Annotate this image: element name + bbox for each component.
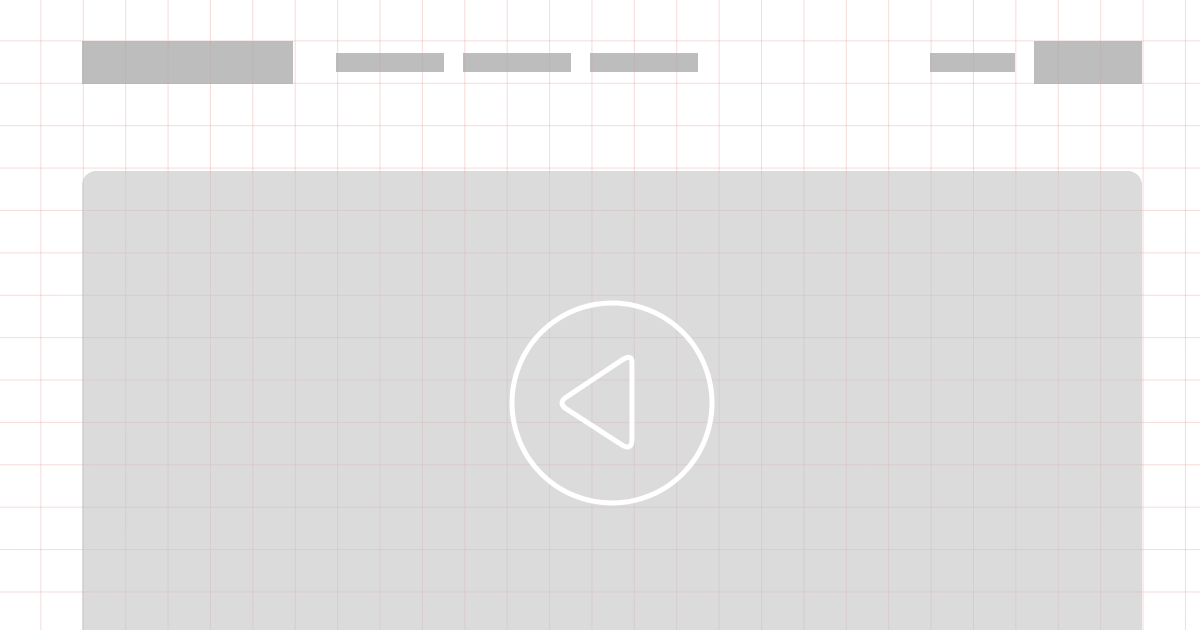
play-icon-triangle [559, 354, 635, 450]
secondary-link-placeholder[interactable] [930, 53, 1015, 72]
cta-button-placeholder[interactable] [1034, 41, 1142, 84]
logo-placeholder[interactable] [82, 41, 293, 84]
nav-item-1[interactable] [336, 53, 444, 72]
wireframe-page [0, 0, 1200, 630]
video-placeholder[interactable] [82, 171, 1142, 630]
nav-item-3[interactable] [590, 53, 698, 72]
play-icon[interactable] [508, 299, 716, 507]
nav-item-2[interactable] [463, 53, 571, 72]
play-icon-circle [509, 300, 715, 506]
